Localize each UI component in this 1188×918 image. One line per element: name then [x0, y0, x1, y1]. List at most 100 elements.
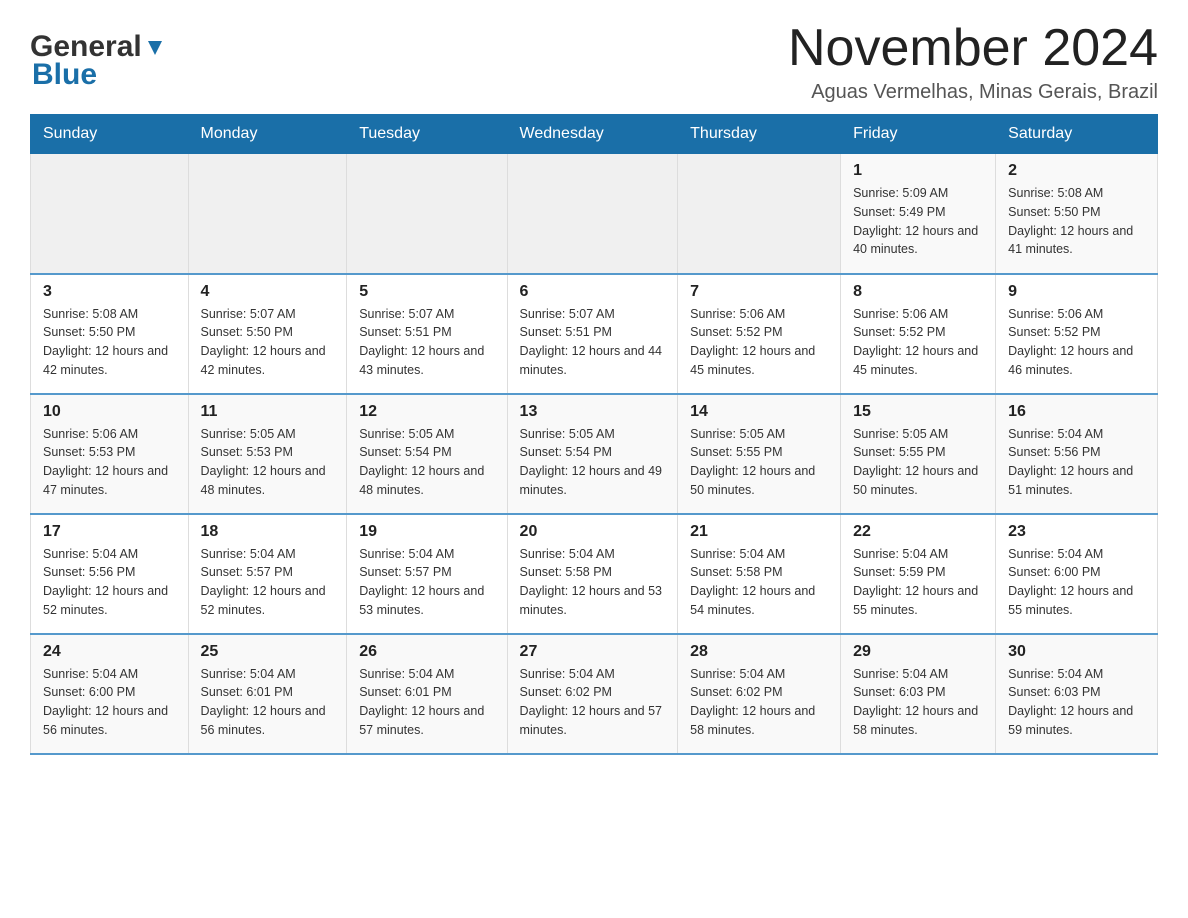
header-tuesday: Tuesday — [347, 115, 507, 154]
day-number: 8 — [853, 283, 983, 301]
day-info: Sunrise: 5:07 AMSunset: 5:51 PMDaylight:… — [520, 305, 666, 380]
day-number: 13 — [520, 403, 666, 421]
day-info: Sunrise: 5:04 AMSunset: 6:00 PMDaylight:… — [1008, 545, 1145, 620]
calendar-cell — [507, 154, 678, 274]
header-saturday: Saturday — [996, 115, 1158, 154]
calendar-cell: 23 Sunrise: 5:04 AMSunset: 6:00 PMDaylig… — [996, 514, 1158, 634]
day-info: Sunrise: 5:09 AMSunset: 5:49 PMDaylight:… — [853, 184, 983, 259]
calendar-cell: 27 Sunrise: 5:04 AMSunset: 6:02 PMDaylig… — [507, 634, 678, 754]
day-info: Sunrise: 5:04 AMSunset: 5:56 PMDaylight:… — [1008, 425, 1145, 500]
calendar-cell — [31, 154, 189, 274]
calendar-week-row: 17 Sunrise: 5:04 AMSunset: 5:56 PMDaylig… — [31, 514, 1158, 634]
day-info: Sunrise: 5:06 AMSunset: 5:52 PMDaylight:… — [690, 305, 828, 380]
day-number: 18 — [201, 523, 335, 541]
day-info: Sunrise: 5:07 AMSunset: 5:51 PMDaylight:… — [359, 305, 494, 380]
day-info: Sunrise: 5:05 AMSunset: 5:53 PMDaylight:… — [201, 425, 335, 500]
calendar-cell: 4 Sunrise: 5:07 AMSunset: 5:50 PMDayligh… — [188, 274, 347, 394]
calendar-cell: 17 Sunrise: 5:04 AMSunset: 5:56 PMDaylig… — [31, 514, 189, 634]
calendar-cell: 18 Sunrise: 5:04 AMSunset: 5:57 PMDaylig… — [188, 514, 347, 634]
calendar-table: Sunday Monday Tuesday Wednesday Thursday… — [30, 114, 1158, 755]
logo: General Blue — [30, 20, 166, 92]
calendar-cell: 15 Sunrise: 5:05 AMSunset: 5:55 PMDaylig… — [841, 394, 996, 514]
day-number: 30 — [1008, 643, 1145, 661]
calendar-cell: 9 Sunrise: 5:06 AMSunset: 5:52 PMDayligh… — [996, 274, 1158, 394]
calendar-cell: 16 Sunrise: 5:04 AMSunset: 5:56 PMDaylig… — [996, 394, 1158, 514]
day-number: 24 — [43, 643, 176, 661]
day-number: 3 — [43, 283, 176, 301]
day-number: 5 — [359, 283, 494, 301]
calendar-cell — [678, 154, 841, 274]
calendar-cell: 25 Sunrise: 5:04 AMSunset: 6:01 PMDaylig… — [188, 634, 347, 754]
calendar-cell: 26 Sunrise: 5:04 AMSunset: 6:01 PMDaylig… — [347, 634, 507, 754]
calendar-cell — [188, 154, 347, 274]
day-info: Sunrise: 5:08 AMSunset: 5:50 PMDaylight:… — [1008, 184, 1145, 259]
day-info: Sunrise: 5:07 AMSunset: 5:50 PMDaylight:… — [201, 305, 335, 380]
day-info: Sunrise: 5:05 AMSunset: 5:55 PMDaylight:… — [853, 425, 983, 500]
day-info: Sunrise: 5:04 AMSunset: 5:58 PMDaylight:… — [690, 545, 828, 620]
calendar-week-row: 24 Sunrise: 5:04 AMSunset: 6:00 PMDaylig… — [31, 634, 1158, 754]
calendar-week-row: 3 Sunrise: 5:08 AMSunset: 5:50 PMDayligh… — [31, 274, 1158, 394]
day-number: 17 — [43, 523, 176, 541]
day-number: 27 — [520, 643, 666, 661]
header-monday: Monday — [188, 115, 347, 154]
day-info: Sunrise: 5:04 AMSunset: 6:03 PMDaylight:… — [853, 665, 983, 740]
header-wednesday: Wednesday — [507, 115, 678, 154]
day-info: Sunrise: 5:04 AMSunset: 6:02 PMDaylight:… — [690, 665, 828, 740]
day-info: Sunrise: 5:08 AMSunset: 5:50 PMDaylight:… — [43, 305, 176, 380]
calendar-cell: 6 Sunrise: 5:07 AMSunset: 5:51 PMDayligh… — [507, 274, 678, 394]
calendar-cell: 13 Sunrise: 5:05 AMSunset: 5:54 PMDaylig… — [507, 394, 678, 514]
calendar-cell: 12 Sunrise: 5:05 AMSunset: 5:54 PMDaylig… — [347, 394, 507, 514]
day-info: Sunrise: 5:04 AMSunset: 5:58 PMDaylight:… — [520, 545, 666, 620]
day-info: Sunrise: 5:04 AMSunset: 5:57 PMDaylight:… — [201, 545, 335, 620]
calendar-cell: 1 Sunrise: 5:09 AMSunset: 5:49 PMDayligh… — [841, 154, 996, 274]
day-number: 12 — [359, 403, 494, 421]
day-number: 4 — [201, 283, 335, 301]
day-info: Sunrise: 5:04 AMSunset: 5:59 PMDaylight:… — [853, 545, 983, 620]
day-number: 20 — [520, 523, 666, 541]
day-number: 15 — [853, 403, 983, 421]
day-info: Sunrise: 5:05 AMSunset: 5:54 PMDaylight:… — [520, 425, 666, 500]
calendar-cell: 19 Sunrise: 5:04 AMSunset: 5:57 PMDaylig… — [347, 514, 507, 634]
calendar-cell: 21 Sunrise: 5:04 AMSunset: 5:58 PMDaylig… — [678, 514, 841, 634]
day-number: 9 — [1008, 283, 1145, 301]
day-number: 16 — [1008, 403, 1145, 421]
page-header: General Blue November 2024 Aguas Vermelh… — [30, 20, 1158, 104]
day-number: 7 — [690, 283, 828, 301]
header-friday: Friday — [841, 115, 996, 154]
day-info: Sunrise: 5:06 AMSunset: 5:52 PMDaylight:… — [1008, 305, 1145, 380]
day-number: 2 — [1008, 162, 1145, 180]
calendar-cell: 30 Sunrise: 5:04 AMSunset: 6:03 PMDaylig… — [996, 634, 1158, 754]
calendar-cell: 20 Sunrise: 5:04 AMSunset: 5:58 PMDaylig… — [507, 514, 678, 634]
calendar-cell: 10 Sunrise: 5:06 AMSunset: 5:53 PMDaylig… — [31, 394, 189, 514]
day-number: 19 — [359, 523, 494, 541]
title-section: November 2024 Aguas Vermelhas, Minas Ger… — [788, 20, 1158, 104]
day-number: 10 — [43, 403, 176, 421]
day-number: 22 — [853, 523, 983, 541]
day-info: Sunrise: 5:04 AMSunset: 5:57 PMDaylight:… — [359, 545, 494, 620]
calendar-cell: 14 Sunrise: 5:05 AMSunset: 5:55 PMDaylig… — [678, 394, 841, 514]
calendar-cell: 5 Sunrise: 5:07 AMSunset: 5:51 PMDayligh… — [347, 274, 507, 394]
logo-text-blue: Blue — [32, 58, 97, 92]
calendar-week-row: 10 Sunrise: 5:06 AMSunset: 5:53 PMDaylig… — [31, 394, 1158, 514]
day-info: Sunrise: 5:04 AMSunset: 6:03 PMDaylight:… — [1008, 665, 1145, 740]
calendar-cell: 11 Sunrise: 5:05 AMSunset: 5:53 PMDaylig… — [188, 394, 347, 514]
day-info: Sunrise: 5:06 AMSunset: 5:53 PMDaylight:… — [43, 425, 176, 500]
calendar-cell: 22 Sunrise: 5:04 AMSunset: 5:59 PMDaylig… — [841, 514, 996, 634]
calendar-cell: 3 Sunrise: 5:08 AMSunset: 5:50 PMDayligh… — [31, 274, 189, 394]
day-number: 11 — [201, 403, 335, 421]
day-info: Sunrise: 5:05 AMSunset: 5:54 PMDaylight:… — [359, 425, 494, 500]
day-info: Sunrise: 5:04 AMSunset: 6:02 PMDaylight:… — [520, 665, 666, 740]
day-number: 14 — [690, 403, 828, 421]
day-number: 6 — [520, 283, 666, 301]
header-thursday: Thursday — [678, 115, 841, 154]
calendar-cell — [347, 154, 507, 274]
calendar-header-row: Sunday Monday Tuesday Wednesday Thursday… — [31, 115, 1158, 154]
day-number: 1 — [853, 162, 983, 180]
day-info: Sunrise: 5:05 AMSunset: 5:55 PMDaylight:… — [690, 425, 828, 500]
calendar-cell: 2 Sunrise: 5:08 AMSunset: 5:50 PMDayligh… — [996, 154, 1158, 274]
page-subtitle: Aguas Vermelhas, Minas Gerais, Brazil — [788, 81, 1158, 104]
calendar-cell: 29 Sunrise: 5:04 AMSunset: 6:03 PMDaylig… — [841, 634, 996, 754]
day-info: Sunrise: 5:06 AMSunset: 5:52 PMDaylight:… — [853, 305, 983, 380]
day-info: Sunrise: 5:04 AMSunset: 6:01 PMDaylight:… — [201, 665, 335, 740]
page-title: November 2024 — [788, 20, 1158, 77]
